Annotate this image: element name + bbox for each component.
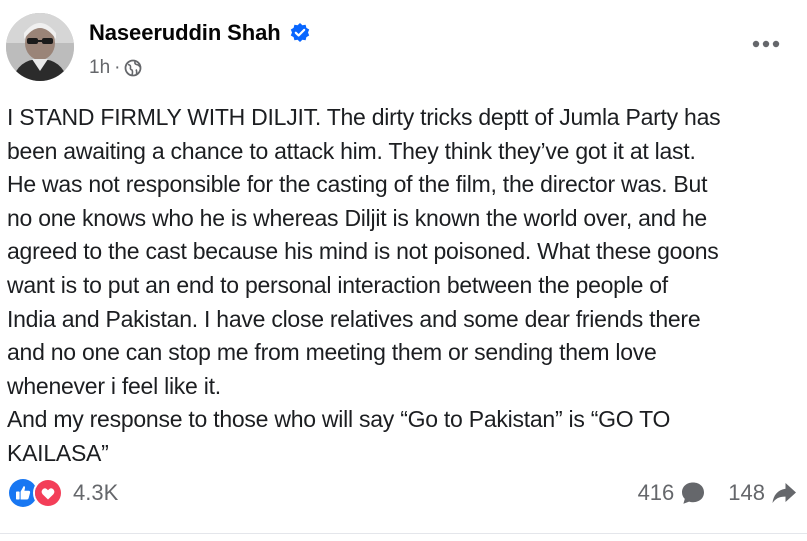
avatar-image (6, 13, 74, 81)
engagement-stats: 416 148 (638, 477, 797, 509)
post-header: Naseeruddin Shah 1h · (0, 0, 807, 96)
more-options-button[interactable] (748, 34, 784, 54)
post-text-line: no one knows who he is whereas Diljit is… (7, 204, 707, 231)
post-text-line: And my response to those who will say “G… (7, 406, 671, 433)
more-dots-icon (752, 40, 780, 48)
post-divider (0, 533, 807, 534)
comments-count-button[interactable]: 416 (638, 480, 707, 506)
post-text-line: He was not responsible for the casting o… (7, 171, 708, 198)
share-icon (771, 480, 797, 506)
reaction-count: 4.3K (73, 480, 119, 505)
post-text-line: whenever i feel like it. (7, 372, 221, 399)
post-text-line: India and Pakistan. I have close relativ… (7, 305, 701, 332)
post-text-line: want is to put an end to personal intera… (7, 271, 668, 298)
reaction-icons (9, 478, 63, 508)
verified-badge-icon (289, 22, 311, 44)
author-row: Naseeruddin Shah (89, 18, 311, 48)
post-body: I STAND FIRMLY WITH DILJIT. The dirty tr… (7, 101, 807, 471)
post-text-line: KAILASA” (7, 439, 109, 466)
post-meta: 1h · (89, 56, 142, 80)
reactions-summary[interactable]: 4.3K (9, 477, 118, 509)
post-text-line: agreed to the cast because his mind is n… (7, 238, 719, 265)
globe-icon[interactable] (124, 59, 142, 77)
post-text-line: I STAND FIRMLY WITH DILJIT. The dirty tr… (7, 104, 721, 130)
timestamp[interactable]: 1h (89, 57, 110, 79)
post-text-line: and no one can stop me from meeting them… (7, 339, 657, 366)
author-name[interactable]: Naseeruddin Shah (89, 20, 281, 46)
shares-count-button[interactable]: 148 (728, 480, 797, 506)
comment-count: 416 (637, 480, 675, 505)
meta-separator: · (114, 57, 121, 78)
comment-icon (680, 480, 706, 506)
love-icon (33, 478, 63, 508)
post-text-line: been awaiting a chance to attack him. Th… (7, 137, 696, 164)
avatar[interactable] (6, 13, 74, 81)
share-count: 148 (728, 480, 765, 505)
